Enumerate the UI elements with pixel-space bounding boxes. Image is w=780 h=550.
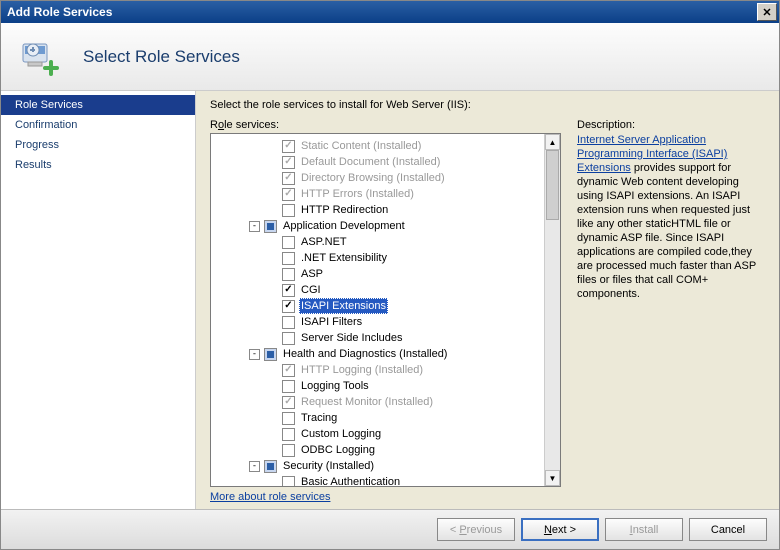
tree-node-label: ASP <box>299 266 325 282</box>
tree-node-label: ISAPI Extensions <box>299 298 388 314</box>
tree-label: Role services: <box>210 119 561 131</box>
tree-node[interactable]: ASP <box>213 266 542 282</box>
tree-node[interactable]: ASP.NET <box>213 234 542 250</box>
tree-node[interactable]: CGI <box>213 282 542 298</box>
tree-node[interactable]: Custom Logging <box>213 426 542 442</box>
tree-node[interactable]: Logging Tools <box>213 378 542 394</box>
scroll-thumb[interactable] <box>546 150 559 220</box>
tree-node[interactable]: .NET Extensibility <box>213 250 542 266</box>
tree-node-label: Request Monitor (Installed) <box>299 394 435 410</box>
tree-node[interactable]: Basic Authentication <box>213 474 542 486</box>
sidebar-item-role-services[interactable]: Role Services <box>1 95 195 115</box>
tree-node[interactable]: Tracing <box>213 410 542 426</box>
tree-node-label: .NET Extensibility <box>299 250 389 266</box>
titlebar: Add Role Services ✕ <box>1 1 779 23</box>
tree-node[interactable]: ODBC Logging <box>213 442 542 458</box>
checkbox <box>282 140 295 153</box>
tree-node-label: CGI <box>299 282 323 298</box>
close-icon[interactable]: ✕ <box>757 3 777 21</box>
tree-node[interactable]: ISAPI Filters <box>213 314 542 330</box>
checkbox <box>282 156 295 169</box>
tree-node[interactable]: HTTP Redirection <box>213 202 542 218</box>
tree-node: Static Content (Installed) <box>213 138 542 154</box>
collapse-icon[interactable]: - <box>249 221 260 232</box>
tree-node: Request Monitor (Installed) <box>213 394 542 410</box>
checkbox[interactable] <box>282 428 295 441</box>
checkbox[interactable] <box>264 348 277 361</box>
sidebar: Role ServicesConfirmationProgressResults <box>1 91 196 509</box>
page-title: Select Role Services <box>83 47 240 67</box>
scrollbar[interactable]: ▲ ▼ <box>544 134 560 486</box>
checkbox <box>282 188 295 201</box>
tree-node[interactable]: - Health and Diagnostics (Installed) <box>213 346 542 362</box>
tree-node-label: HTTP Logging (Installed) <box>299 362 425 378</box>
checkbox <box>282 364 295 377</box>
checkbox[interactable] <box>282 476 295 487</box>
tree-node-label: ISAPI Filters <box>299 314 364 330</box>
checkbox[interactable] <box>282 204 295 217</box>
tree-node-label: HTTP Redirection <box>299 202 390 218</box>
tree-node-label: Default Document (Installed) <box>299 154 442 170</box>
checkbox[interactable] <box>264 460 277 473</box>
checkbox[interactable] <box>282 412 295 425</box>
checkbox[interactable] <box>282 284 295 297</box>
cancel-button[interactable]: Cancel <box>689 518 767 541</box>
collapse-icon[interactable]: - <box>249 349 260 360</box>
scroll-up-icon[interactable]: ▲ <box>545 134 560 150</box>
role-services-tree[interactable]: Static Content (Installed)Default Docume… <box>210 133 561 487</box>
checkbox[interactable] <box>282 268 295 281</box>
description-label: Description: <box>577 119 765 131</box>
tree-node[interactable]: - Application Development <box>213 218 542 234</box>
checkbox[interactable] <box>282 444 295 457</box>
description-text: Internet Server Application Programming … <box>577 133 765 301</box>
tree-node-label: Security (Installed) <box>281 458 376 474</box>
tree-node-label: Logging Tools <box>299 378 371 394</box>
tree-node: Directory Browsing (Installed) <box>213 170 542 186</box>
sidebar-item-progress[interactable]: Progress <box>1 135 195 155</box>
checkbox[interactable] <box>282 252 295 265</box>
tree-node-label: Server Side Includes <box>299 330 405 346</box>
wizard-icon <box>19 36 61 78</box>
window-title: Add Role Services <box>7 5 112 19</box>
tree-node-label: Directory Browsing (Installed) <box>299 170 447 186</box>
checkbox[interactable] <box>282 332 295 345</box>
footer: < Previous Next > Install Cancel <box>1 509 779 549</box>
tree-node-label: ASP.NET <box>299 234 349 250</box>
more-link[interactable]: More about role services <box>210 491 561 503</box>
tree-node-label: Basic Authentication <box>299 474 402 486</box>
previous-button[interactable]: < Previous <box>437 518 515 541</box>
checkbox[interactable] <box>282 236 295 249</box>
checkbox <box>282 172 295 185</box>
next-button[interactable]: Next > <box>521 518 599 541</box>
tree-node-label: Custom Logging <box>299 426 383 442</box>
instruction-text: Select the role services to install for … <box>210 99 765 111</box>
tree-node-label: HTTP Errors (Installed) <box>299 186 416 202</box>
tree-node-label: Application Development <box>281 218 407 234</box>
tree-node[interactable]: - Security (Installed) <box>213 458 542 474</box>
tree-node: HTTP Logging (Installed) <box>213 362 542 378</box>
tree-node-label: ODBC Logging <box>299 442 377 458</box>
tree-node-label: Static Content (Installed) <box>299 138 423 154</box>
tree-node-label: Tracing <box>299 410 339 426</box>
tree-node-label: Health and Diagnostics (Installed) <box>281 346 449 362</box>
install-button[interactable]: Install <box>605 518 683 541</box>
sidebar-item-confirmation[interactable]: Confirmation <box>1 115 195 135</box>
header: Select Role Services <box>1 23 779 91</box>
checkbox[interactable] <box>264 220 277 233</box>
checkbox[interactable] <box>282 300 295 313</box>
checkbox[interactable] <box>282 380 295 393</box>
tree-node[interactable]: Server Side Includes <box>213 330 542 346</box>
scroll-down-icon[interactable]: ▼ <box>545 470 560 486</box>
tree-node[interactable]: ISAPI Extensions <box>213 298 542 314</box>
checkbox[interactable] <box>282 316 295 329</box>
tree-node: HTTP Errors (Installed) <box>213 186 542 202</box>
collapse-icon[interactable]: - <box>249 461 260 472</box>
sidebar-item-results[interactable]: Results <box>1 155 195 175</box>
tree-node: Default Document (Installed) <box>213 154 542 170</box>
checkbox <box>282 396 295 409</box>
